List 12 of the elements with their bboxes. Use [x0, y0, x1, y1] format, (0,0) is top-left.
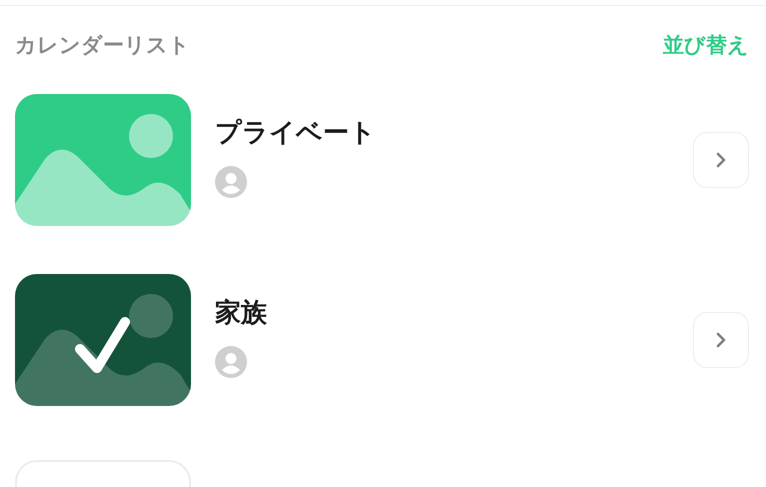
open-button[interactable]	[693, 132, 749, 188]
calendar-thumbnail[interactable]	[15, 274, 191, 406]
person-icon	[215, 166, 247, 198]
chevron-icon	[715, 331, 727, 349]
open-button[interactable]	[693, 312, 749, 368]
chevron-icon	[715, 151, 727, 169]
person-icon	[215, 346, 247, 378]
sort-link[interactable]: 並び替え	[663, 31, 749, 59]
calendar-thumbnail[interactable]	[15, 94, 191, 226]
calendar-name: プライベート	[215, 116, 376, 150]
section-title: カレンダーリスト	[15, 32, 190, 59]
calendar-name: 家族	[215, 296, 267, 330]
